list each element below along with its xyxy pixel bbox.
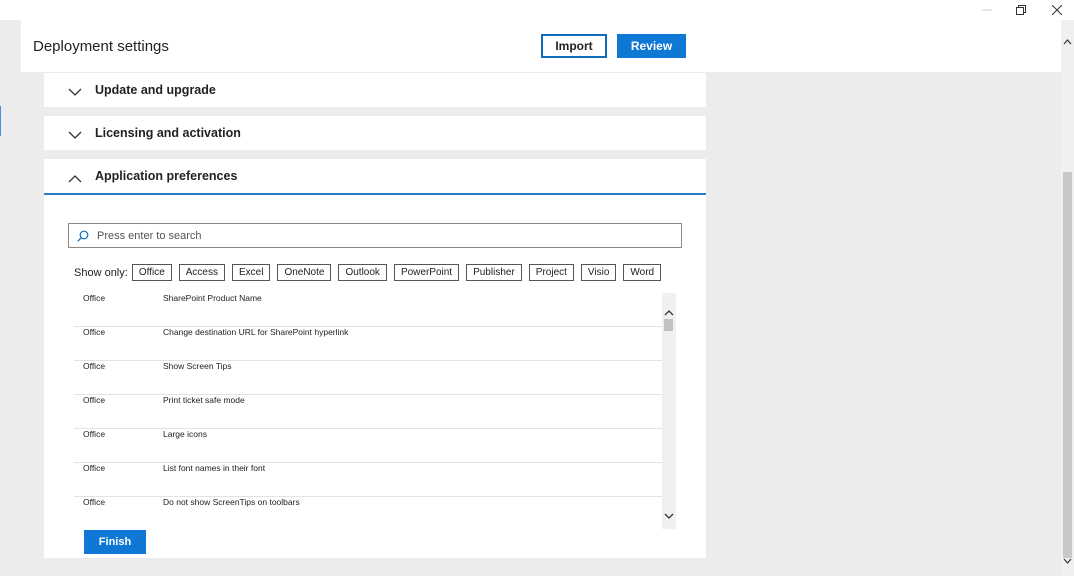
- filter-chip-publisher[interactable]: Publisher: [466, 264, 522, 281]
- scroll-up-icon[interactable]: [1063, 32, 1072, 50]
- row-app: Office: [83, 429, 106, 439]
- row-setting: List font names in their font: [163, 463, 266, 473]
- list-item[interactable]: Office SharePoint Product Name: [74, 293, 662, 327]
- filter-chip-visio[interactable]: Visio: [580, 264, 617, 281]
- filter-chip-office[interactable]: Office: [131, 264, 172, 281]
- left-edge: [0, 20, 21, 576]
- row-app: Office: [83, 361, 106, 371]
- restore-icon[interactable]: [1006, 2, 1036, 18]
- list-item[interactable]: Office Do not show ScreenTips on toolbar…: [74, 497, 662, 519]
- filter-chip-powerpoint[interactable]: PowerPoint: [393, 264, 460, 281]
- list-item[interactable]: Office Show Screen Tips: [74, 361, 662, 395]
- row-app: Office: [83, 497, 106, 507]
- settings-list: Office SharePoint Product Name Office Ch…: [74, 293, 662, 519]
- list-item[interactable]: Office Print ticket safe mode: [74, 395, 662, 429]
- section-update-and-upgrade[interactable]: Update and upgrade: [44, 73, 706, 107]
- chevron-down-icon: [68, 127, 82, 145]
- chevron-up-icon: [68, 170, 82, 188]
- import-button[interactable]: Import: [541, 34, 607, 58]
- scroll-down-icon[interactable]: [664, 507, 674, 525]
- filter-chip-outlook[interactable]: Outlook: [338, 264, 387, 281]
- application-preferences-panel: Show only: Office Access Excel OneNote O…: [44, 195, 706, 558]
- filter-chip-project[interactable]: Project: [528, 264, 574, 281]
- search-input[interactable]: [95, 228, 659, 243]
- finish-button[interactable]: Finish: [84, 530, 146, 554]
- row-app: Office: [83, 463, 106, 473]
- review-button[interactable]: Review: [617, 34, 686, 58]
- list-scrollbar[interactable]: [662, 293, 676, 529]
- window-titlebar: [0, 0, 1074, 20]
- row-setting: Large icons: [163, 429, 207, 439]
- filter-label: Show only:: [74, 266, 128, 279]
- right-panel: [729, 72, 1061, 576]
- page-scrollbar[interactable]: [1061, 20, 1074, 576]
- filter-chip-access[interactable]: Access: [178, 264, 225, 281]
- row-setting: SharePoint Product Name: [163, 293, 262, 303]
- list-item[interactable]: Office Large icons: [74, 429, 662, 463]
- row-setting: Do not show ScreenTips on toolbars: [163, 497, 300, 507]
- list-item[interactable]: Office List font names in their font: [74, 463, 662, 497]
- section-licensing-and-activation[interactable]: Licensing and activation: [44, 116, 706, 150]
- page-header: Deployment settings Import Review: [21, 20, 1061, 72]
- scroll-down-icon[interactable]: [1063, 552, 1072, 570]
- filter-chip-excel[interactable]: Excel: [231, 264, 271, 281]
- section-label: Licensing and activation: [95, 126, 241, 140]
- filter-chip-word[interactable]: Word: [623, 264, 662, 281]
- minimize-icon[interactable]: [972, 2, 1002, 18]
- scrollbar-thumb[interactable]: [664, 319, 673, 331]
- row-app: Office: [83, 293, 106, 303]
- chevron-down-icon: [68, 84, 82, 102]
- section-label: Application preferences: [95, 169, 238, 183]
- row-app: Office: [83, 395, 106, 405]
- scrollbar-thumb[interactable]: [1063, 172, 1072, 558]
- filter-chip-onenote[interactable]: OneNote: [277, 264, 332, 281]
- row-setting: Show Screen Tips: [163, 361, 232, 371]
- list-item[interactable]: Office Change destination URL for ShareP…: [74, 327, 662, 361]
- close-icon[interactable]: [1042, 2, 1072, 18]
- section-application-preferences[interactable]: Application preferences: [44, 159, 706, 195]
- search-icon: [77, 230, 89, 242]
- row-app: Office: [83, 327, 106, 337]
- search-box: [68, 223, 682, 248]
- filter-bar: Show only: Office Access Excel OneNote O…: [74, 264, 668, 281]
- row-setting: Change destination URL for SharePoint hy…: [163, 327, 349, 337]
- section-label: Update and upgrade: [95, 83, 216, 97]
- row-setting: Print ticket safe mode: [163, 395, 245, 405]
- page-title: Deployment settings: [33, 38, 169, 55]
